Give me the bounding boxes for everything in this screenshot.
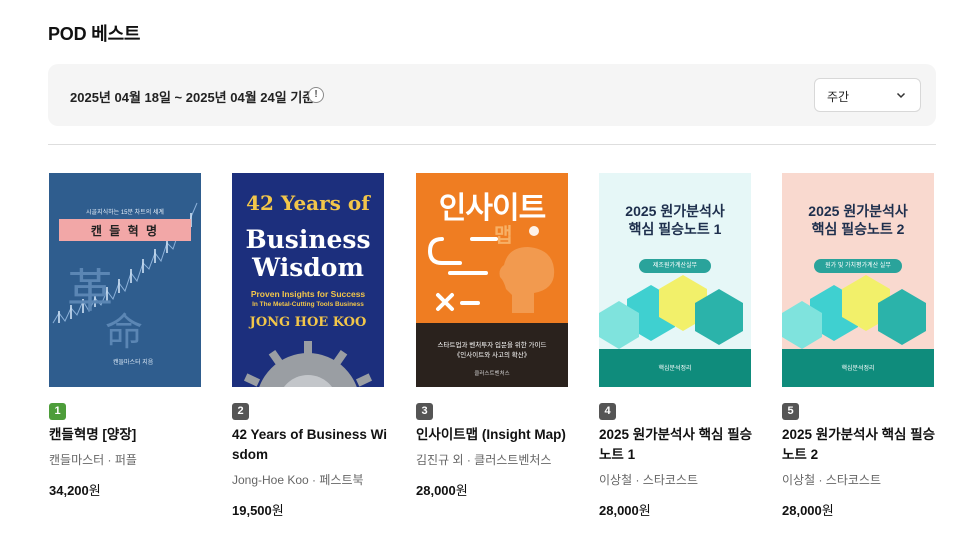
- cover-line-3: Wisdom: [252, 253, 364, 282]
- chevron-down-icon: [896, 92, 906, 99]
- rank-badge: 4: [599, 403, 616, 420]
- period-range-text: 2025년 04월 18일 ~ 2025년 04월 24일 기준: [70, 90, 315, 105]
- cover-footer: 핵심분석정리: [841, 366, 875, 372]
- book-cover[interactable]: 인사이트 맵 스타트업과 벤처투자 입문을 위한 가이드 《인사이트와 사고의 …: [416, 173, 568, 387]
- book-cover[interactable]: 42 Years of Business Wisdom Proven Insig…: [232, 173, 384, 387]
- book-cover[interactable]: 2025 원가분석사 핵심 필승노트 1 제조원가계산실무 핵심분석정리: [599, 173, 751, 387]
- cover-title-2: 핵심 필승노트 1: [628, 221, 722, 237]
- cover-subtitle-1: Proven Insights for Success: [250, 289, 366, 299]
- rank-badge: 2: [232, 403, 249, 420]
- cover-author: JONG HOE KOO: [249, 315, 367, 330]
- book-card[interactable]: 42 Years of Business Wisdom Proven Insig…: [232, 173, 392, 519]
- cover-footer: 핵심분석정리: [658, 366, 692, 372]
- book-cover[interactable]: 2025 원가분석사 핵심 필승노트 2 원가 및 가치평가계산 실무 핵심분석…: [782, 173, 934, 387]
- cover-top-text: 시골지식하는 15분 차트의 세계: [86, 210, 164, 216]
- rank-badge: 3: [416, 403, 433, 420]
- cover-title-1: 2025 원가분석사: [625, 203, 725, 219]
- cover-title: 인사이트: [438, 192, 546, 225]
- book-author-publisher: 이상철 · 스타코스트: [782, 473, 881, 487]
- book-card[interactable]: 인사이트 맵 스타트업과 벤처투자 입문을 위한 가이드 《인사이트와 사고의 …: [416, 173, 576, 499]
- rank-badge: 1: [49, 403, 66, 420]
- cover-title: 캔 들 혁 명: [90, 224, 160, 238]
- book-author-publisher: 이상철 · 스타코스트: [599, 473, 698, 487]
- book-card[interactable]: 시골지식하는 15분 차트의 세계 캔 들 혁 명 革 命 캔들마스터 지음 1…: [49, 173, 209, 499]
- period-select-value: 주간: [827, 90, 850, 104]
- info-icon[interactable]: !: [308, 87, 324, 103]
- cover-line-2: Business: [245, 225, 371, 254]
- cover-author: 캔들마스터 지음: [113, 360, 154, 366]
- book-price: 28,000원: [782, 503, 834, 518]
- section-title: POD 베스트: [48, 24, 141, 44]
- gear-icon: [243, 341, 373, 387]
- book-author-publisher: 김진규 외 · 클러스트벤처스: [416, 453, 552, 467]
- book-title[interactable]: 2025 원가분석사 핵심 필승노트 2: [782, 425, 942, 465]
- book-title[interactable]: 인사이트맵 (Insight Map): [416, 425, 576, 445]
- book-price: 34,200원: [49, 483, 101, 498]
- period-select[interactable]: 주간: [814, 78, 921, 112]
- book-price: 28,000원: [416, 483, 468, 498]
- book-price: 19,500원: [232, 503, 284, 518]
- cover-subtitle-2: 《인사이트와 사고의 확산》: [453, 352, 531, 359]
- book-cover[interactable]: 시골지식하는 15분 차트의 세계 캔 들 혁 명 革 命 캔들마스터 지음: [49, 173, 201, 387]
- cover-line-1: 42 Years of: [246, 191, 370, 215]
- hexagon-illustration: [782, 275, 926, 349]
- head-silhouette-illustration: [427, 226, 555, 313]
- book-author-publisher: Jong-Hoe Koo · 페스트북: [232, 473, 364, 487]
- book-title[interactable]: 캔들혁명 [양장]: [49, 425, 209, 445]
- hexagon-illustration: [599, 275, 743, 349]
- book-card[interactable]: 2025 원가분석사 핵심 필승노트 2 원가 및 가치평가계산 실무 핵심분석…: [782, 173, 942, 519]
- cover-hanja-2: 命: [105, 310, 144, 354]
- cover-publisher: 클러스트벤처스: [474, 371, 510, 377]
- cover-title-2: 핵심 필승노트 2: [811, 221, 905, 237]
- book-price: 28,000원: [599, 503, 651, 518]
- book-title[interactable]: 42 Years of Business Wisdom: [232, 425, 392, 465]
- book-card[interactable]: 2025 원가분석사 핵심 필승노트 1 제조원가계산실무 핵심분석정리 4 2…: [599, 173, 759, 519]
- cover-subtitle: 스타트업과 벤처투자 입문을 위한 가이드: [437, 342, 547, 349]
- book-author-publisher: 캔들마스터 · 퍼플: [49, 453, 137, 467]
- book-title[interactable]: 2025 원가분석사 핵심 필승노트 1: [599, 425, 759, 465]
- cover-subtitle-2: In The Metal-Cutting Tools Business: [252, 301, 364, 308]
- section-divider: [48, 144, 936, 145]
- cover-title-1: 2025 원가분석사: [808, 203, 908, 219]
- rank-badge: 5: [782, 403, 799, 420]
- period-bar: 2025년 04월 18일 ~ 2025년 04월 24일 기준 ! 주간: [48, 64, 936, 126]
